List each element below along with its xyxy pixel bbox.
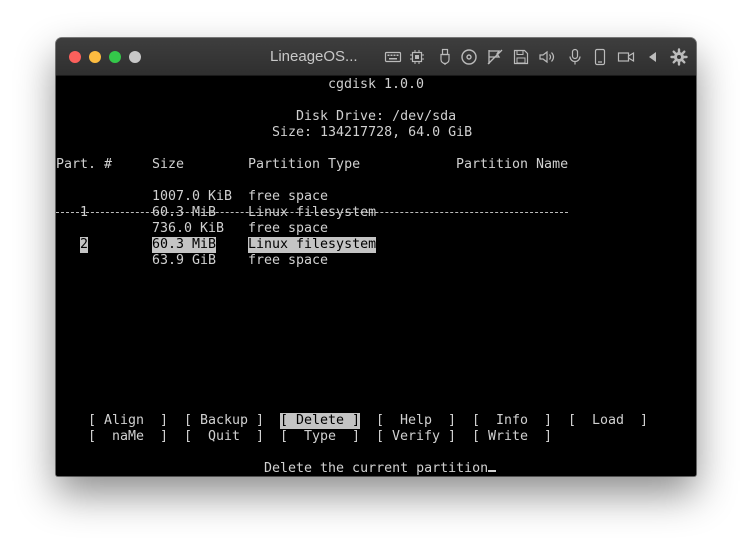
usb-icon[interactable]: [436, 48, 454, 66]
row-size[interactable]: 736.0 KiB: [152, 221, 224, 237]
disk-drive-label: Disk Drive: /dev/sda: [296, 109, 457, 124]
gear-icon[interactable]: [670, 48, 688, 66]
text-cursor: [488, 470, 497, 472]
menu-name-button[interactable]: [ naMe ]: [88, 429, 168, 445]
status-text: Delete the current partition: [264, 461, 489, 476]
phone-icon[interactable]: [591, 48, 609, 66]
menu-info-button[interactable]: [ Info ]: [472, 413, 552, 429]
zoom-button[interactable]: [109, 51, 121, 63]
menu-align-button[interactable]: [ Align ]: [88, 413, 168, 429]
row-size[interactable]: 63.9 GiB: [152, 253, 216, 269]
row-type-selected[interactable]: Linux filesystem: [248, 237, 377, 253]
microphone-icon[interactable]: [566, 48, 584, 66]
row-part[interactable]: 1: [80, 205, 88, 221]
menu-quit-button[interactable]: [ Quit ]: [184, 429, 264, 445]
header-name: Partition Name: [456, 157, 569, 172]
menu-write-button[interactable]: [ Write ]: [472, 429, 552, 445]
speaker-icon[interactable]: [538, 48, 556, 66]
back-arrow-icon[interactable]: [644, 48, 662, 66]
row-type[interactable]: Linux filesystem: [248, 205, 376, 221]
minimize-button[interactable]: [89, 51, 101, 63]
cd-icon[interactable]: [460, 48, 478, 66]
row-size-selected[interactable]: 60.3 MiB: [152, 237, 217, 253]
header-part: Part. #: [56, 157, 113, 172]
cpu-icon[interactable]: [408, 48, 426, 66]
status-line: Delete the current partition: [264, 461, 497, 476]
row-size[interactable]: 1007.0 KiB: [152, 189, 232, 205]
menu-type-button[interactable]: [ Type ]: [280, 429, 360, 445]
terminal-screen[interactable]: cgdisk 1.0.0 Disk Drive: /dev/sda Size: …: [56, 76, 696, 476]
app-title: cgdisk 1.0.0: [328, 77, 425, 92]
floppy-save-icon[interactable]: [512, 48, 530, 66]
window-title: LineageOS...: [270, 48, 358, 65]
camera-icon[interactable]: [617, 48, 635, 66]
header-type: Partition Type: [248, 157, 361, 172]
row-type[interactable]: free space: [248, 253, 328, 269]
disk-size-label: Size: 134217728, 64.0 GiB: [272, 125, 473, 140]
header-size: Size: [152, 157, 185, 172]
menu-load-button[interactable]: [ Load ]: [568, 413, 648, 429]
menu-delete-button[interactable]: [ Delete ]: [280, 413, 361, 429]
emulator-window: LineageOS... cgdisk 1.0.0 Disk Drive: /d…: [56, 38, 696, 476]
row-size[interactable]: 60.3 MiB: [152, 205, 216, 221]
row-type[interactable]: free space: [248, 189, 328, 205]
menu-verify-button[interactable]: [ Verify ]: [376, 429, 456, 445]
keyboard-icon[interactable]: [384, 48, 402, 66]
row-part-selected[interactable]: 2: [80, 237, 89, 253]
menu-help-button[interactable]: [ Help ]: [376, 413, 456, 429]
close-button[interactable]: [69, 51, 81, 63]
menu-backup-button[interactable]: [ Backup ]: [184, 413, 264, 429]
network-icon[interactable]: [486, 48, 504, 66]
row-type[interactable]: free space: [248, 221, 328, 237]
fullscreen-button[interactable]: [129, 51, 141, 63]
window-titlebar: LineageOS...: [56, 38, 696, 76]
